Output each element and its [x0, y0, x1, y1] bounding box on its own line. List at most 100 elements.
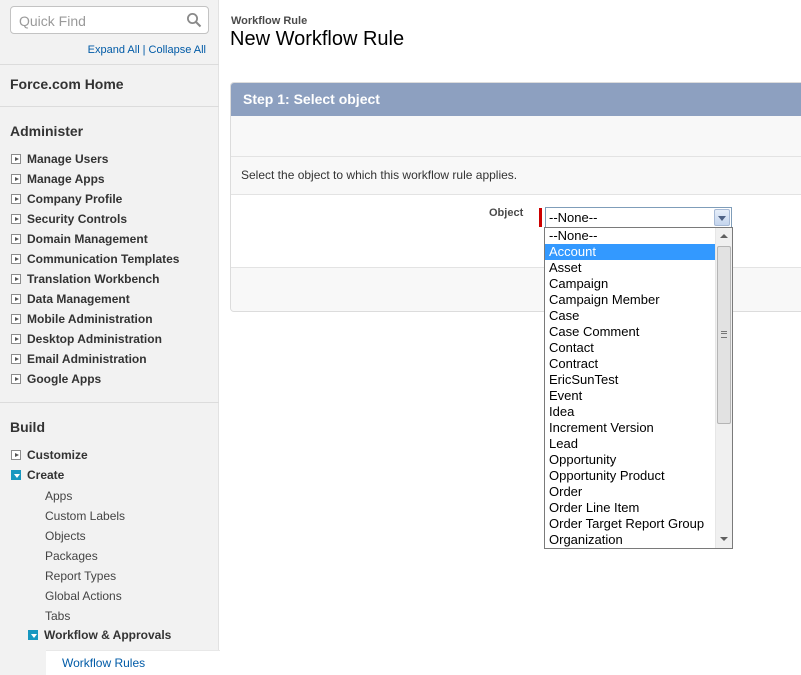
sidebar-divider: [0, 106, 219, 107]
dropdown-option[interactable]: Opportunity: [545, 452, 717, 468]
dropdown-option[interactable]: Order Target Report Group: [545, 516, 717, 532]
breadcrumb: Workflow Rule: [231, 15, 308, 27]
dropdown-option[interactable]: --None--: [545, 228, 717, 244]
step-description: Select the object to which this workflow…: [231, 157, 801, 195]
sidebar-item-company-profile[interactable]: Company Profile: [11, 191, 122, 207]
sidebar-subitem-custom-labels[interactable]: Custom Labels: [45, 509, 125, 523]
sidebar-item-label: Google Apps: [27, 372, 102, 386]
expand-all-link[interactable]: Expand All: [88, 44, 140, 56]
expand-triangle-icon[interactable]: [11, 274, 21, 284]
expand-triangle-icon[interactable]: [11, 174, 21, 184]
expand-triangle-icon[interactable]: [11, 154, 21, 164]
scrollbar-thumb[interactable]: [717, 246, 731, 424]
sidebar-subitem-apps[interactable]: Apps: [45, 489, 72, 503]
expand-triangle-icon[interactable]: [11, 334, 21, 344]
dropdown-option[interactable]: Idea: [545, 404, 717, 420]
expand-triangle-icon[interactable]: [11, 194, 21, 204]
expand-triangle-icon[interactable]: [11, 234, 21, 244]
object-select[interactable]: --None--: [545, 207, 732, 228]
dropdown-option[interactable]: Case: [545, 308, 717, 324]
expand-triangle-icon[interactable]: [11, 450, 21, 460]
object-select-value: --None--: [549, 210, 598, 225]
sidebar-item-label: Communication Templates: [27, 252, 180, 266]
expand-collapse-links: Expand All | Collapse All: [88, 44, 206, 56]
sidebar-subitem-tabs[interactable]: Tabs: [45, 609, 70, 623]
collapse-all-link[interactable]: Collapse All: [149, 44, 206, 56]
sidebar-item-communication-templates[interactable]: Communication Templates: [11, 251, 179, 267]
sidebar-item-domain-management[interactable]: Domain Management: [11, 231, 148, 247]
build-heading: Build: [10, 419, 45, 435]
setup-sidebar: Expand All|Collapse All Force.com Home A…: [0, 0, 220, 675]
expand-triangle-icon[interactable]: [11, 374, 21, 384]
collapse-triangle-icon[interactable]: [28, 630, 38, 640]
sidebar-item-label: Create: [27, 468, 65, 482]
dropdown-option[interactable]: EricSunTest: [545, 372, 717, 388]
sidebar-item-label: Translation Workbench: [27, 272, 160, 286]
dropdown-scrollbar[interactable]: [715, 228, 732, 548]
sidebar-item-google-apps[interactable]: Google Apps: [11, 371, 101, 387]
sidebar-item-label: Domain Management: [27, 232, 148, 246]
sidebar-item-email-administration[interactable]: Email Administration: [11, 351, 147, 367]
object-field-label: Object: [489, 207, 524, 219]
sidebar-item-label: Manage Apps: [27, 172, 105, 186]
expand-triangle-icon[interactable]: [11, 294, 21, 304]
sidebar-subitem-objects[interactable]: Objects: [45, 529, 86, 543]
sidebar-item-mobile-administration[interactable]: Mobile Administration: [11, 311, 153, 327]
sidebar-item-create[interactable]: Create: [11, 467, 64, 483]
dropdown-option[interactable]: Contact: [545, 340, 717, 356]
force-home-link[interactable]: Force.com Home: [10, 76, 124, 92]
dropdown-option[interactable]: Lead: [545, 436, 717, 452]
page-title: New Workflow Rule: [230, 28, 405, 50]
sidebar-subitem-global-actions[interactable]: Global Actions: [45, 589, 122, 603]
dropdown-option[interactable]: Organization: [545, 532, 717, 548]
sidebar-item-manage-apps[interactable]: Manage Apps: [11, 171, 105, 187]
sidebar-item-manage-users[interactable]: Manage Users: [11, 151, 108, 167]
dropdown-option-highlighted[interactable]: Account: [545, 244, 717, 260]
collapse-triangle-icon[interactable]: [11, 470, 21, 480]
dropdown-option[interactable]: Opportunity Product: [545, 468, 717, 484]
scroll-down-arrow-icon[interactable]: [716, 531, 732, 548]
sidebar-divider: [0, 402, 219, 403]
expand-triangle-icon[interactable]: [11, 254, 21, 264]
sidebar-item-label: Workflow & Approvals: [44, 628, 172, 642]
button-row: [231, 116, 801, 157]
sidebar-item-data-management[interactable]: Data Management: [11, 291, 130, 307]
dropdown-option[interactable]: Event: [545, 388, 717, 404]
dropdown-option[interactable]: Order: [545, 484, 717, 500]
chevron-down-icon[interactable]: [714, 209, 730, 226]
dropdown-options: --None-- Account Asset Campaign Campaign…: [545, 228, 717, 548]
dropdown-option[interactable]: Order Line Item: [545, 500, 717, 516]
required-marker: [539, 208, 542, 227]
object-dropdown-list[interactable]: --None-- Account Asset Campaign Campaign…: [544, 227, 733, 549]
dropdown-option[interactable]: Contract: [545, 356, 717, 372]
dropdown-option[interactable]: Case Comment: [545, 324, 717, 340]
sidebar-item-security-controls[interactable]: Security Controls: [11, 211, 127, 227]
administer-heading: Administer: [10, 123, 84, 139]
expand-triangle-icon[interactable]: [11, 354, 21, 364]
sidebar-item-label: Email Administration: [27, 352, 147, 366]
sidebar-subitem-packages[interactable]: Packages: [45, 549, 98, 563]
dropdown-option[interactable]: Campaign Member: [545, 292, 717, 308]
sidebar-divider: [0, 64, 219, 65]
sidebar-subitem-report-types[interactable]: Report Types: [45, 569, 116, 583]
expand-triangle-icon[interactable]: [11, 214, 21, 224]
dropdown-option[interactable]: Asset: [545, 260, 717, 276]
scroll-up-arrow-icon[interactable]: [716, 228, 732, 245]
sidebar-item-workflow-rules[interactable]: Workflow Rules: [46, 650, 220, 675]
sidebar-item-label: Workflow Rules: [62, 656, 146, 670]
search-icon[interactable]: [186, 12, 202, 28]
sidebar-item-translation-workbench[interactable]: Translation Workbench: [11, 271, 159, 287]
dropdown-option[interactable]: Campaign: [545, 276, 717, 292]
dropdown-option[interactable]: Increment Version: [545, 420, 717, 436]
sidebar-item-label: Manage Users: [27, 152, 109, 166]
quick-find-box[interactable]: [10, 6, 209, 34]
step-header: Step 1: Select object: [231, 83, 801, 116]
expand-triangle-icon[interactable]: [11, 314, 21, 324]
sidebar-item-label: Desktop Administration: [27, 332, 162, 346]
quick-find-input[interactable]: [19, 12, 179, 30]
sidebar-item-customize[interactable]: Customize: [11, 447, 88, 463]
sidebar-item-desktop-administration[interactable]: Desktop Administration: [11, 331, 162, 347]
sidebar-item-workflow-approvals[interactable]: Workflow & Approvals: [28, 627, 171, 643]
sidebar-item-label: Customize: [27, 448, 88, 462]
sidebar-item-label: Data Management: [27, 292, 130, 306]
